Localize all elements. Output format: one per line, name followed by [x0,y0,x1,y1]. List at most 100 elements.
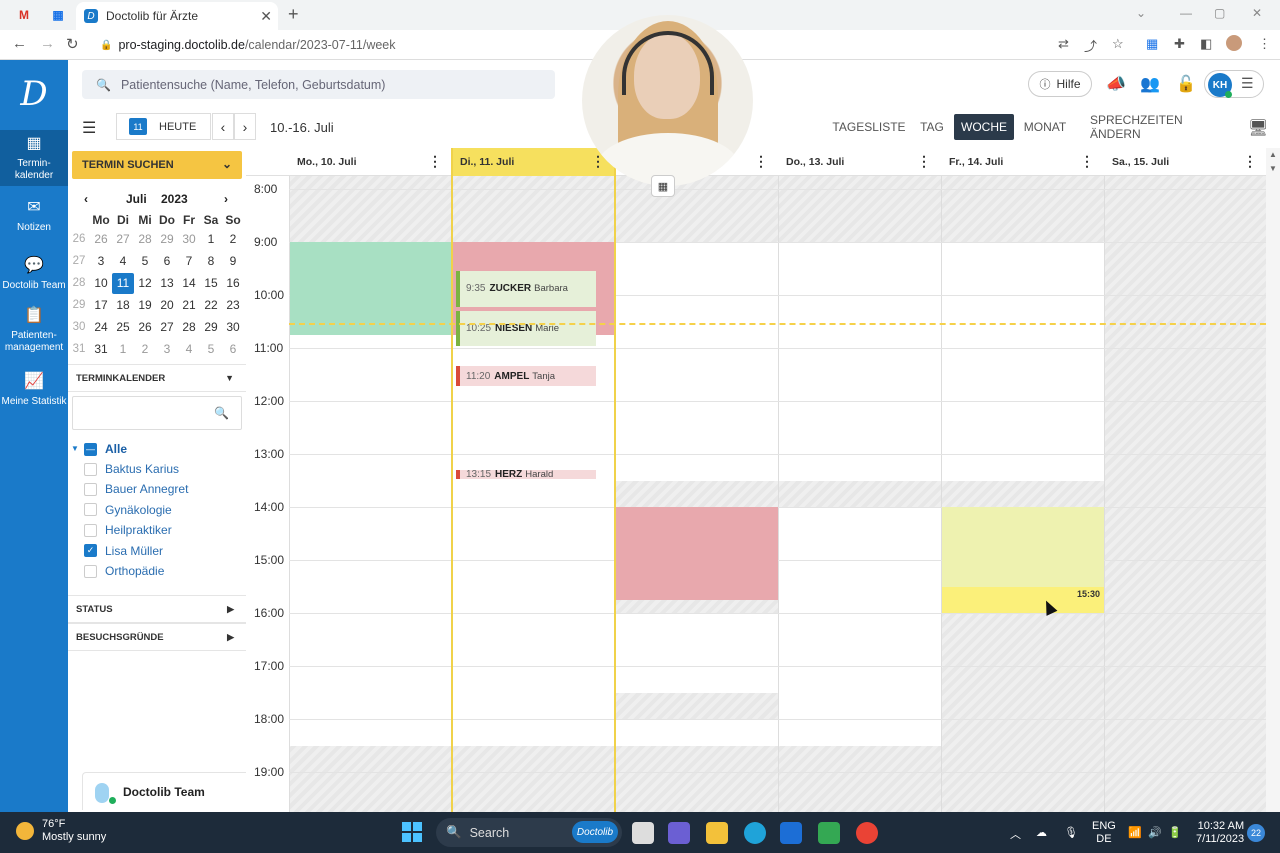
view-day[interactable]: TAG [914,114,950,140]
mini-calendar-day[interactable]: 10 [90,273,112,294]
megaphone-icon[interactable]: 📣 [1106,74,1126,94]
reasons-section-header[interactable]: BESUCHSGRÜNDE ▶ [68,623,246,651]
mini-calendar-day[interactable]: 7 [178,251,200,272]
calendar-filter-item[interactable]: ✓ Lisa Müller [84,541,163,561]
translate-icon[interactable]: ⇄ [1058,36,1069,52]
chevron-down-icon[interactable]: ⌄ [1136,6,1146,20]
mini-calendar-day[interactable]: 3 [156,339,178,360]
chrome-icon[interactable] [856,822,878,844]
mini-calendar-day[interactable]: 21 [178,295,200,316]
calendars-section-header[interactable]: TERMINKALENDER ▼ [68,364,246,392]
mini-calendar-day[interactable]: 5 [134,251,156,272]
day-menu-icon[interactable]: ⋮ [428,153,442,170]
next-week-button[interactable]: › [234,113,256,140]
scroll-down-icon[interactable]: ▼ [1269,164,1277,173]
mini-calendar-day[interactable]: 20 [156,295,178,316]
mini-calendar-day[interactable]: 22 [200,295,222,316]
blocked-slot-pink[interactable] [616,507,778,600]
calendar-filter-item[interactable]: Gynäkologie [84,500,172,520]
caret-down-icon[interactable]: ▼ [71,444,79,453]
nav-item-team[interactable]: 💬 Doctolib Team [0,256,68,292]
scroll-up-icon[interactable]: ▲ [1269,150,1277,159]
tab-close-icon[interactable]: ✕ [260,8,272,25]
file-explorer-icon[interactable] [706,822,728,844]
mini-calendar-day[interactable]: 27 [156,317,178,338]
day-header[interactable]: Sa., 15. Juli ⋮ [1104,148,1266,176]
mini-calendar-day[interactable]: 30 [178,229,200,250]
mini-calendar-day[interactable]: 28 [178,317,200,338]
calendar-checkbox[interactable] [84,523,97,537]
microphone-icon[interactable]: 🎙 [1064,826,1078,839]
previous-month-icon[interactable]: ‹ [84,192,88,206]
next-month-icon[interactable]: › [224,192,228,206]
nav-item-notes[interactable]: ✉ Notizen [0,198,68,234]
monitor-icon[interactable]: 🖥 [1248,118,1268,138]
clock[interactable]: 10:32 AM 7/11/2023 [1196,820,1244,846]
mini-calendar-day[interactable]: 13 [156,273,178,294]
grid-extension-icon[interactable]: ▦ [1146,36,1158,52]
mini-calendar-day[interactable]: 29 [200,317,222,338]
maximize-icon[interactable]: ▢ [1214,6,1225,20]
speaker-icon[interactable]: 🔊 [1148,826,1162,839]
available-slot[interactable] [616,613,778,693]
find-appointment-button[interactable]: TERMIN SUCHEN ⌄ [72,151,242,179]
day-column[interactable] [615,176,778,812]
back-icon[interactable]: ← [12,35,27,52]
mini-calendar-day[interactable]: 27 [112,229,134,250]
chevron-up-icon[interactable]: ︿ [1010,826,1021,842]
hamburger-icon[interactable]: ☰ [82,118,96,138]
calendar-filter-item[interactable]: Bauer Annegret [84,479,188,499]
calendar-filter-item[interactable]: Heilpraktiker [84,520,172,540]
language-indicator[interactable]: ENG DE [1092,820,1116,846]
view-week[interactable]: WOCHE [954,114,1014,140]
mini-calendar-day[interactable]: 2 [134,339,156,360]
taskbar-search[interactable]: 🔍 Search Doctolib [436,818,622,847]
mini-calendar-day[interactable]: 14 [178,273,200,294]
calendar-all-row[interactable]: — Alle [84,439,127,459]
mini-calendar-day[interactable]: 15 [200,273,222,294]
day-menu-icon[interactable]: ⋮ [1243,153,1257,170]
mini-calendar-day[interactable]: 2 [222,229,244,250]
mini-calendar-day[interactable]: 26 [90,229,112,250]
doctolib-logo[interactable]: D [14,74,54,114]
nav-item-calendar[interactable]: ▦ Termin-kalender [0,130,68,186]
windows-start-icon[interactable] [402,822,422,842]
calendar-add-icon[interactable]: ▦ [651,175,675,197]
mini-calendar-day[interactable]: 1 [112,339,134,360]
edge-icon[interactable] [744,822,766,844]
previous-week-button[interactable]: ‹ [212,113,234,140]
calendar-tab-icon[interactable]: ▦ [44,4,72,26]
blocked-slot-green[interactable] [290,242,452,335]
calendar-scrollbar[interactable]: ▲ ▼ [1266,148,1280,812]
active-tab[interactable]: D Doctolib für Ärzte ✕ [76,2,278,30]
available-slot[interactable] [942,242,1104,481]
nav-item-patients[interactable]: 📋 Patienten-management [0,306,68,354]
day-menu-icon[interactable]: ⋮ [1080,153,1094,170]
mini-calendar-day[interactable]: 28 [134,229,156,250]
mini-calendar-day[interactable]: 1 [200,229,222,250]
puzzle-icon[interactable]: ✚ [1174,36,1185,52]
day-column[interactable] [1104,176,1266,812]
mini-calendar-day[interactable]: 5 [200,339,222,360]
profile-avatar[interactable] [1226,35,1242,51]
mini-calendar-day[interactable]: 3 [90,251,112,272]
user-menu-button[interactable]: KH ☰ [1204,70,1264,98]
window-close-icon[interactable]: ✕ [1252,6,1262,20]
team-icon[interactable]: 👥 [1140,74,1160,94]
change-hours-button[interactable]: SPRECHZEITEN ÄNDERN [1090,113,1226,141]
calendar-filter-input[interactable]: 🔍 [72,396,242,430]
mini-calendar-day[interactable]: 4 [178,339,200,360]
notification-badge[interactable]: 22 [1247,824,1265,842]
patient-search-input[interactable]: 🔍 Patientensuche (Name, Telefon, Geburts… [82,70,555,99]
share-icon[interactable]: ⤴ [1084,36,1097,55]
mini-calendar-day[interactable]: 4 [112,251,134,272]
reload-icon[interactable]: ↻ [66,35,79,53]
day-column[interactable] [941,176,1104,812]
mini-calendar-day[interactable]: 17 [90,295,112,316]
nav-item-statistics[interactable]: 📈 Meine Statistik [0,372,68,408]
mini-calendar-day[interactable]: 8 [200,251,222,272]
mini-calendar-day[interactable]: 24 [90,317,112,338]
blocked-slot-yellow[interactable] [942,507,1104,587]
day-menu-icon[interactable]: ⋮ [917,153,931,170]
more-icon[interactable]: ⋮ [1258,36,1271,52]
